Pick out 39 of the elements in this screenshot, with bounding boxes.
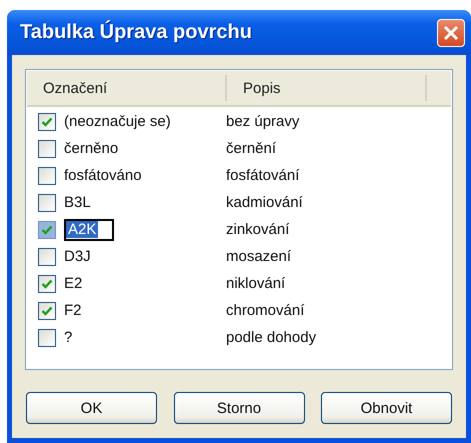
table-cell: fosfátováno [64,167,142,184]
check-icon [41,224,53,236]
checkbox[interactable] [38,302,56,320]
table-cell: ? [64,329,72,346]
table-cell-text: fosfátování [226,167,300,184]
table-cell: B3L [64,194,91,211]
table-cell: (neoznačuje se) [64,113,171,130]
check-icon [41,278,53,290]
table-cell: E2 [64,275,82,292]
dialog-button[interactable]: Obnovit [321,392,452,424]
close-button[interactable] [437,18,465,46]
table-cell: D3J [64,248,91,265]
checkbox[interactable] [38,140,56,158]
table-cell-text: podle dohody [226,329,318,346]
check-icon [41,304,53,316]
table-cell: černěno [64,140,118,157]
checkbox[interactable] [38,166,56,184]
column-header[interactable]: Označení [27,75,227,101]
table-cell-text: niklování [226,275,286,292]
table-cell-text: černění [226,140,278,157]
column-header[interactable]: Popis [227,75,427,101]
edit-field[interactable]: A2K [64,218,114,240]
table-cell-text: chromování [226,302,306,319]
check-icon [41,116,53,128]
checkbox[interactable] [38,248,56,266]
table-cell-text: bez úpravy [226,113,300,130]
dialog-button[interactable]: Storno [174,392,304,424]
checkbox[interactable] [38,112,56,130]
table-cell-text: kadmiování [226,194,304,211]
close-icon [443,24,459,40]
checkbox[interactable] [38,194,56,212]
dialog-button[interactable]: OK [26,392,157,424]
checkbox[interactable] [38,220,56,238]
table-cell-text: zinkování [226,221,290,238]
table-cell: F2 [64,302,82,319]
window-title: Tabulka Úprava povrchu [20,21,252,44]
checkbox[interactable] [38,328,56,346]
table-cell-text: mosazení [226,248,292,265]
checkbox[interactable] [38,274,56,292]
